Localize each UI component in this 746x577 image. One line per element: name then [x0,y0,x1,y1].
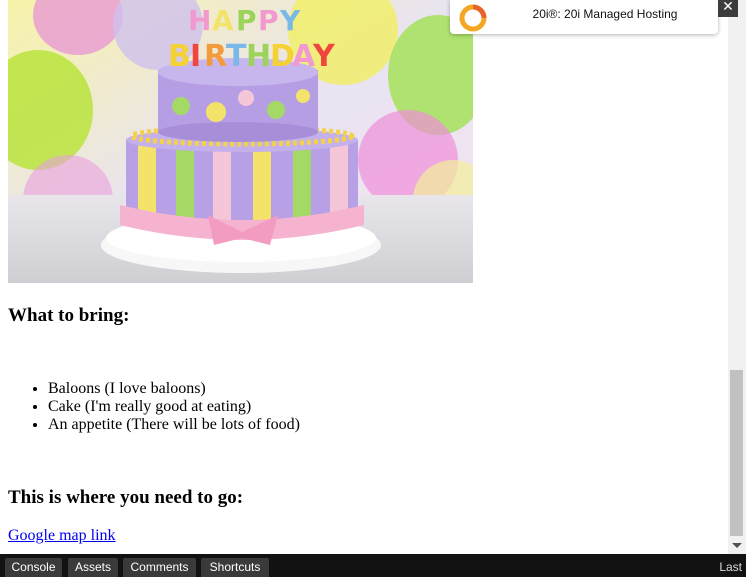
bring-list: Baloons (I love baloons) Cake (I'm reall… [8,380,300,434]
list-item: An appetite (There will be lots of food) [48,416,300,434]
svg-text:P: P [236,4,257,37]
list-item: Cake (I'm really good at eating) [48,398,300,416]
tab-assets[interactable]: Assets [68,558,118,577]
where-to-go-heading: This is where you need to go: [8,487,244,508]
hosting-logo-icon [459,4,487,32]
tab-comments[interactable]: Comments [123,558,196,577]
what-to-bring-heading: What to bring: [8,305,130,326]
bottom-toolbar: Console Assets Comments Shortcuts Last [0,554,746,577]
vertical-scrollbar[interactable] [728,0,746,554]
svg-text:I: I [190,39,201,74]
svg-text:H: H [246,39,271,74]
tab-shortcuts[interactable]: Shortcuts [201,558,269,577]
birthday-cake-image: H A P P Y B I R T H D A Y [8,0,473,283]
svg-text:P: P [258,4,279,37]
tab-console[interactable]: Console [5,558,62,577]
svg-text:Y: Y [312,39,336,74]
svg-text:T: T [226,39,247,74]
google-map-link[interactable]: Google map link [8,527,116,545]
hosting-ad-popup[interactable]: 20i®: 20i Managed Hosting [450,0,718,34]
last-label[interactable]: Last [719,560,742,574]
close-icon[interactable]: ✕ [718,0,738,17]
scroll-down-arrow-icon[interactable] [732,543,742,548]
svg-text:Y: Y [279,4,301,37]
ad-text[interactable]: 20i®: 20i Managed Hosting [490,7,720,21]
svg-text:A: A [212,4,234,37]
scrollbar-thumb[interactable] [730,370,743,536]
list-item: Baloons (I love baloons) [48,380,300,398]
svg-text:H: H [188,4,211,37]
svg-text:R: R [204,39,227,74]
page-content: H A P P Y B I R T H D A Y What to bring:… [0,0,728,554]
svg-text:B: B [168,39,191,74]
